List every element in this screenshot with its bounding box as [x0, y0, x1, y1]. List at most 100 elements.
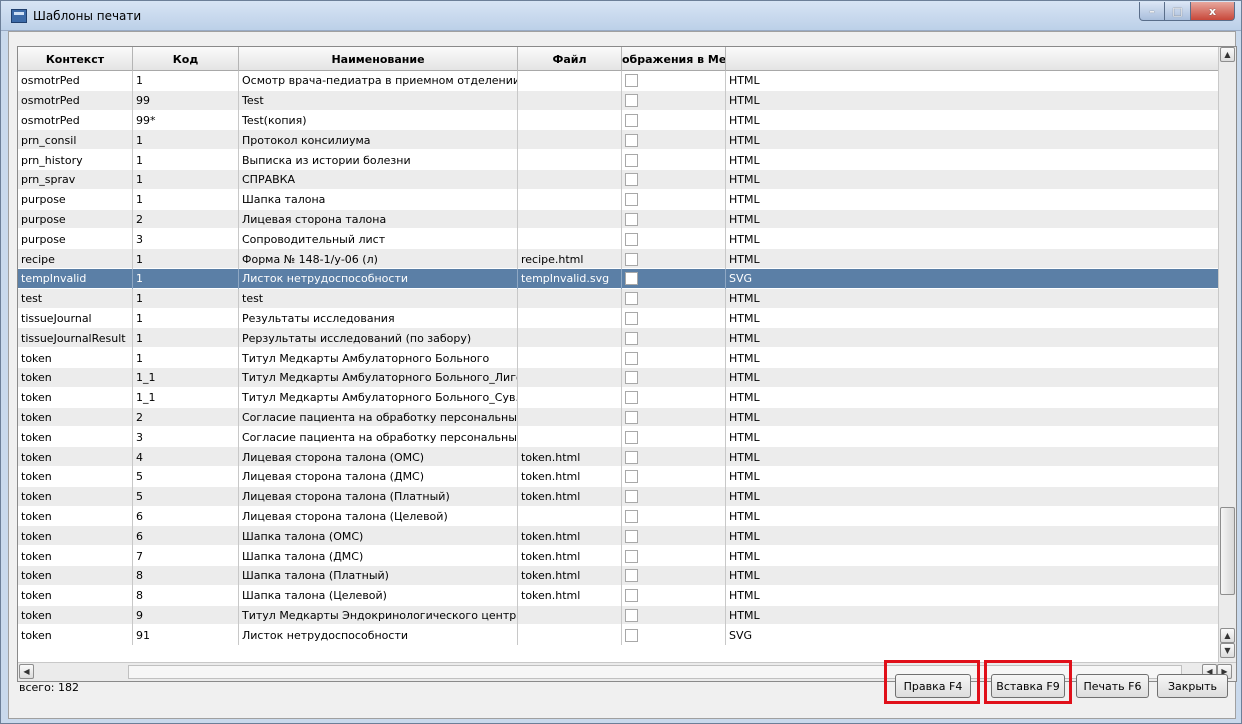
cell-type: HTML — [729, 371, 760, 385]
table-row[interactable]: token 5 Лицевая сторона талона (Платный) to… — [18, 486, 1218, 507]
display-in-menu-checkbox[interactable] — [625, 450, 638, 464]
column-header-context[interactable]: Контекст — [18, 47, 133, 71]
table-row[interactable]: token 3 Согласие пациента на обработку пер… — [18, 427, 1218, 448]
cell-type: HTML — [729, 193, 760, 207]
column-header-code[interactable]: Код — [133, 47, 239, 71]
column-header-type[interactable] — [726, 47, 1218, 71]
display-in-menu-checkbox[interactable] — [625, 331, 638, 345]
minimize-button[interactable]: – — [1139, 2, 1165, 21]
cell-file — [518, 209, 622, 230]
cell-display-in-menu — [622, 447, 726, 467]
display-in-menu-checkbox[interactable] — [625, 549, 638, 563]
cell-type: HTML — [729, 509, 760, 523]
table-row[interactable]: token 7 Шапка талона (ДМС) token.html HTML — [18, 546, 1218, 566]
display-in-menu-checkbox[interactable] — [625, 153, 638, 167]
cell-type: HTML — [729, 74, 760, 88]
insert-button[interactable]: Вставка F9 — [991, 674, 1065, 698]
scroll-left-button[interactable]: ◀ — [19, 664, 34, 679]
close-button[interactable]: Закрыть — [1157, 674, 1228, 698]
table-row[interactable]: tissueJournal 1 Результаты исследования HTM… — [18, 308, 1218, 329]
display-in-menu-checkbox[interactable] — [625, 74, 638, 88]
display-in-menu-checkbox[interactable] — [625, 113, 638, 127]
cell-context: tissueJournalResult — [18, 328, 133, 349]
display-in-menu-checkbox[interactable] — [625, 470, 638, 484]
display-in-menu-checkbox[interactable] — [625, 133, 638, 147]
cell-type: HTML — [729, 331, 760, 345]
table-row[interactable]: token 1 Титул Медкарты Амбулаторного Больн… — [18, 348, 1218, 368]
table-row[interactable]: purpose 3 Сопроводительный лист HTML — [18, 229, 1218, 250]
display-in-menu-checkbox[interactable] — [625, 173, 638, 187]
display-in-menu-checkbox[interactable] — [625, 371, 638, 385]
scroll-down-button[interactable]: ▼ — [1220, 643, 1235, 658]
table-row[interactable]: token 91 Листок нетрудоспособности SVG — [18, 625, 1218, 646]
cell-name: Титул Медкарты Эндокринологического цент… — [239, 605, 518, 626]
cell-code: 91 — [133, 625, 239, 646]
table-row[interactable]: purpose 1 Шапка талона HTML — [18, 189, 1218, 210]
display-in-menu-checkbox[interactable] — [625, 212, 638, 226]
display-in-menu-checkbox[interactable] — [625, 589, 638, 603]
cell-name: Рерзультаты исследований (по забору) — [239, 328, 518, 349]
cell-file: token.html — [518, 486, 622, 507]
table-row[interactable]: token 8 Шапка талона (Целевой) token.html HT… — [18, 585, 1218, 606]
title-bar[interactable]: Шаблоны печати – □ x — [1, 1, 1241, 31]
table-row[interactable]: token 9 Титул Медкарты Эндокринологическог… — [18, 605, 1218, 626]
cell-file: token.html — [518, 447, 622, 467]
column-header-display-in-menu[interactable]: ображения в Ме — [622, 47, 726, 71]
display-in-menu-checkbox[interactable] — [625, 430, 638, 444]
display-in-menu-checkbox[interactable] — [625, 628, 638, 642]
cell-name: Шапка талона (ОМС) — [239, 526, 518, 547]
display-in-menu-checkbox[interactable] — [625, 608, 638, 622]
table-row[interactable]: token 2 Согласие пациента на обработку пер… — [18, 407, 1218, 428]
cell-code: 1 — [133, 150, 239, 170]
table-row[interactable]: prn_consil 1 Протокол консилиума HTML — [18, 130, 1218, 151]
display-in-menu-checkbox[interactable] — [625, 292, 638, 306]
column-header-file[interactable]: Файл — [518, 47, 622, 71]
table-row[interactable]: prn_history 1 Выписка из истории болезни HT… — [18, 150, 1218, 170]
display-in-menu-checkbox[interactable] — [625, 94, 638, 108]
table-row[interactable]: tissueJournalResult 1 Рерзультаты исследов… — [18, 328, 1218, 349]
cell-display-in-menu — [622, 328, 726, 349]
display-in-menu-checkbox[interactable] — [625, 410, 638, 424]
display-in-menu-checkbox[interactable] — [625, 232, 638, 246]
cell-code: 1_1 — [133, 367, 239, 388]
table-row-selected[interactable]: tempInvalid 1 Листок нетрудоспособности tem… — [18, 268, 1218, 289]
scroll-up-button-bottom[interactable]: ▲ — [1220, 628, 1235, 643]
table-row[interactable]: osmotrPed 1 Осмотр врача-педиатра в приемн… — [18, 71, 1218, 91]
table-row[interactable]: test 1 test HTML — [18, 288, 1218, 309]
maximize-button[interactable]: □ — [1165, 2, 1191, 21]
edit-button[interactable]: Правка F4 — [895, 674, 971, 698]
print-button[interactable]: Печать F6 — [1076, 674, 1149, 698]
display-in-menu-checkbox[interactable] — [625, 391, 638, 405]
cell-code: 1 — [133, 308, 239, 329]
table-row[interactable]: prn_sprav 1 СПРАВКА HTML — [18, 169, 1218, 190]
display-in-menu-checkbox[interactable] — [625, 569, 638, 583]
table-row[interactable]: token 4 Лицевая сторона талона (ОМС) token.… — [18, 447, 1218, 467]
table-row[interactable]: purpose 2 Лицевая сторона талона HTML — [18, 209, 1218, 230]
cell-display-in-menu — [622, 71, 726, 91]
table-row[interactable]: token 6 Шапка талона (ОМС) token.html HTML — [18, 526, 1218, 547]
display-in-menu-checkbox[interactable] — [625, 509, 638, 523]
table-row[interactable]: recipe 1 Форма № 148-1/у-06 (л) recipe.html… — [18, 249, 1218, 269]
scroll-up-button[interactable]: ▲ — [1220, 47, 1235, 62]
close-window-button[interactable]: x — [1191, 2, 1235, 21]
display-in-menu-checkbox[interactable] — [625, 272, 638, 286]
display-in-menu-checkbox[interactable] — [625, 193, 638, 207]
cell-file — [518, 110, 622, 131]
display-in-menu-checkbox[interactable] — [625, 529, 638, 543]
display-in-menu-checkbox[interactable] — [625, 311, 638, 325]
table-row[interactable]: token 6 Лицевая сторона талона (Целевой) HT… — [18, 506, 1218, 527]
vertical-scrollbar[interactable]: ▲ ▲ ▼ — [1218, 47, 1236, 663]
display-in-menu-checkbox[interactable] — [625, 490, 638, 504]
table-row[interactable]: token 1_1 Титул Медкарты Амбулаторного Бол… — [18, 387, 1218, 408]
table-row[interactable]: token 5 Лицевая сторона талона (ДМС) token.… — [18, 466, 1218, 487]
table-row[interactable]: token 8 Шапка талона (Платный) token.html HT… — [18, 565, 1218, 586]
cell-code: 99 — [133, 90, 239, 111]
table-row[interactable]: token 1_1 Титул Медкарты Амбулаторного Бол… — [18, 367, 1218, 388]
table-row[interactable]: osmotrPed 99* Test(копия) HTML — [18, 110, 1218, 131]
column-header-name[interactable]: Наименование — [239, 47, 518, 71]
display-in-menu-checkbox[interactable] — [625, 252, 638, 266]
table-row[interactable]: osmotrPed 99 Test HTML — [18, 90, 1218, 111]
display-in-menu-checkbox[interactable] — [625, 351, 638, 365]
cell-context: token — [18, 387, 133, 408]
vertical-scroll-thumb[interactable] — [1220, 507, 1235, 595]
